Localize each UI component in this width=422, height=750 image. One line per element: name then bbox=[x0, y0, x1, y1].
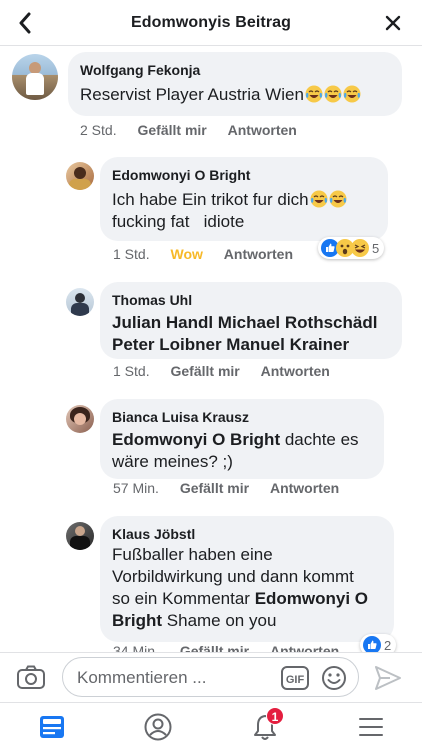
comment-text-line: fucking fat idiote bbox=[112, 212, 245, 231]
reaction-summary[interactable]: 2 bbox=[360, 634, 397, 653]
comment-text: Reservist Player Austria Wien bbox=[80, 84, 361, 106]
mention-link[interactable]: Edomwonyi O bbox=[255, 589, 368, 608]
comment-text: Edomwonyi O Bright dachte es wäre meines… bbox=[112, 429, 359, 473]
tears-of-joy-emoji-icon bbox=[328, 190, 347, 208]
reaction-summary[interactable]: 5 bbox=[318, 237, 385, 259]
menu-icon bbox=[359, 718, 383, 736]
comment-time: 34 Min. bbox=[113, 643, 159, 652]
nav-profile[interactable] bbox=[143, 713, 173, 741]
gif-button[interactable]: GIF bbox=[281, 666, 309, 695]
comment-time: 1 Std. bbox=[113, 363, 150, 379]
profile-icon bbox=[144, 713, 172, 741]
tears-of-joy-emoji-icon bbox=[304, 85, 323, 103]
comment-meta: 34 Min. Gefällt mir Antworten bbox=[113, 643, 339, 652]
comment-thread: Wolfgang Fekonja Reservist Player Austri… bbox=[0, 46, 422, 652]
reply-button[interactable]: Antworten bbox=[270, 480, 339, 496]
tears-of-joy-emoji-icon bbox=[323, 85, 342, 103]
send-button[interactable] bbox=[374, 665, 402, 696]
avatar[interactable] bbox=[12, 54, 58, 100]
comment-meta: 1 Std. Wow Antworten bbox=[113, 246, 293, 262]
comment-meta: 2 Std. Gefällt mir Antworten bbox=[80, 122, 297, 138]
svg-text:GIF: GIF bbox=[286, 674, 305, 686]
comment-author[interactable]: Klaus Jöbstl bbox=[112, 526, 195, 542]
nav-feed[interactable] bbox=[37, 713, 67, 741]
reaction-count: 5 bbox=[372, 240, 380, 256]
comment-text-line: wäre meines? ;) bbox=[112, 452, 233, 471]
comment-author[interactable]: Edomwonyi O Bright bbox=[112, 167, 250, 183]
comment-author[interactable]: Wolfgang Fekonja bbox=[80, 62, 200, 78]
nav-menu[interactable] bbox=[356, 713, 386, 741]
comment-composer: Kommentieren ... GIF bbox=[0, 652, 422, 702]
comment-text-body: Reservist Player Austria Wien bbox=[80, 85, 304, 104]
reaction-count: 2 bbox=[384, 637, 392, 653]
comment-input-placeholder: Kommentieren ... bbox=[77, 668, 207, 687]
like-button[interactable]: Gefällt mir bbox=[180, 643, 249, 652]
send-icon bbox=[375, 666, 401, 690]
feed-icon bbox=[40, 716, 64, 738]
comment-text: Fußballer haben eine Vorbildwirkung und … bbox=[112, 544, 368, 632]
comment-bubble[interactable]: Bianca Luisa Krausz Edomwonyi O Bright d… bbox=[100, 399, 384, 479]
comment-bubble[interactable]: Klaus Jöbstl Fußballer haben eine Vorbil… bbox=[100, 516, 394, 642]
avatar[interactable] bbox=[66, 288, 94, 316]
comment-time: 57 Min. bbox=[113, 480, 159, 496]
page-title: Edomwonyis Beitrag bbox=[130, 14, 292, 31]
reply-button[interactable]: Antworten bbox=[224, 246, 293, 262]
notification-badge: 1 bbox=[266, 707, 284, 725]
mention-link[interactable]: Bright bbox=[112, 611, 162, 630]
comment-bubble[interactable]: Edomwonyi O Bright Ich habe Ein trikot f… bbox=[100, 157, 388, 241]
mention-link[interactable]: Peter Loibner Manuel Krainer bbox=[112, 334, 377, 356]
nav-notifications[interactable]: 1 bbox=[250, 707, 284, 741]
haha-reaction-icon bbox=[351, 239, 369, 257]
comment-text: Julian Handl Michael Rothschädl Peter Lo… bbox=[112, 312, 377, 356]
reply-button[interactable]: Antworten bbox=[261, 363, 330, 379]
comment-author[interactable]: Thomas Uhl bbox=[112, 292, 192, 308]
comment-meta: 57 Min. Gefällt mir Antworten bbox=[113, 480, 339, 496]
comment-time: 1 Std. bbox=[113, 246, 150, 262]
comment-input[interactable]: Kommentieren ... GIF bbox=[62, 657, 359, 697]
comment-text-line: Ich habe Ein trikot fur dich bbox=[112, 190, 309, 209]
avatar[interactable] bbox=[66, 405, 94, 433]
comment-bubble[interactable]: Wolfgang Fekonja Reservist Player Austri… bbox=[68, 52, 402, 116]
mention-link[interactable]: Edomwonyi O Bright bbox=[112, 430, 280, 449]
avatar[interactable] bbox=[66, 522, 94, 550]
comment-text-line: Fußballer haben eine bbox=[112, 545, 273, 564]
reply-button[interactable]: Antworten bbox=[270, 643, 339, 652]
tears-of-joy-emoji-icon bbox=[342, 85, 361, 103]
like-button[interactable]: Gefällt mir bbox=[137, 122, 206, 138]
camera-button[interactable] bbox=[16, 664, 46, 695]
emoji-button[interactable] bbox=[321, 665, 347, 696]
bottom-navigation: 1 bbox=[0, 702, 422, 750]
smile-icon bbox=[322, 666, 346, 690]
like-button[interactable]: Gefällt mir bbox=[180, 480, 249, 496]
comment-meta: 1 Std. Gefällt mir Antworten bbox=[113, 363, 330, 379]
close-icon bbox=[385, 15, 401, 31]
comment-text-line: so ein Kommentar bbox=[112, 589, 255, 608]
close-button[interactable] bbox=[382, 12, 404, 34]
camera-icon bbox=[17, 665, 45, 689]
avatar[interactable] bbox=[66, 162, 94, 190]
comment-text-line: dachte es bbox=[280, 430, 359, 449]
comment-text: Ich habe Ein trikot fur dich fucking fat… bbox=[112, 189, 384, 233]
like-reaction-icon bbox=[363, 636, 381, 652]
like-button[interactable]: Gefällt mir bbox=[170, 363, 239, 379]
comment-bubble[interactable]: Thomas Uhl Julian Handl Michael Rothschä… bbox=[100, 282, 402, 359]
gif-icon: GIF bbox=[281, 666, 309, 690]
comment-time: 2 Std. bbox=[80, 122, 117, 138]
mention-link[interactable]: Julian Handl Michael Rothschädl bbox=[112, 312, 377, 334]
comment-text-line: Shame on you bbox=[162, 611, 277, 630]
tears-of-joy-emoji-icon bbox=[309, 190, 328, 208]
top-bar: Edomwonyis Beitrag bbox=[0, 0, 422, 46]
comment-author[interactable]: Bianca Luisa Krausz bbox=[112, 409, 249, 425]
comment-text-line: Vorbildwirkung und dann kommt bbox=[112, 567, 354, 586]
wow-reaction-button[interactable]: Wow bbox=[170, 246, 202, 262]
reply-button[interactable]: Antworten bbox=[228, 122, 297, 138]
